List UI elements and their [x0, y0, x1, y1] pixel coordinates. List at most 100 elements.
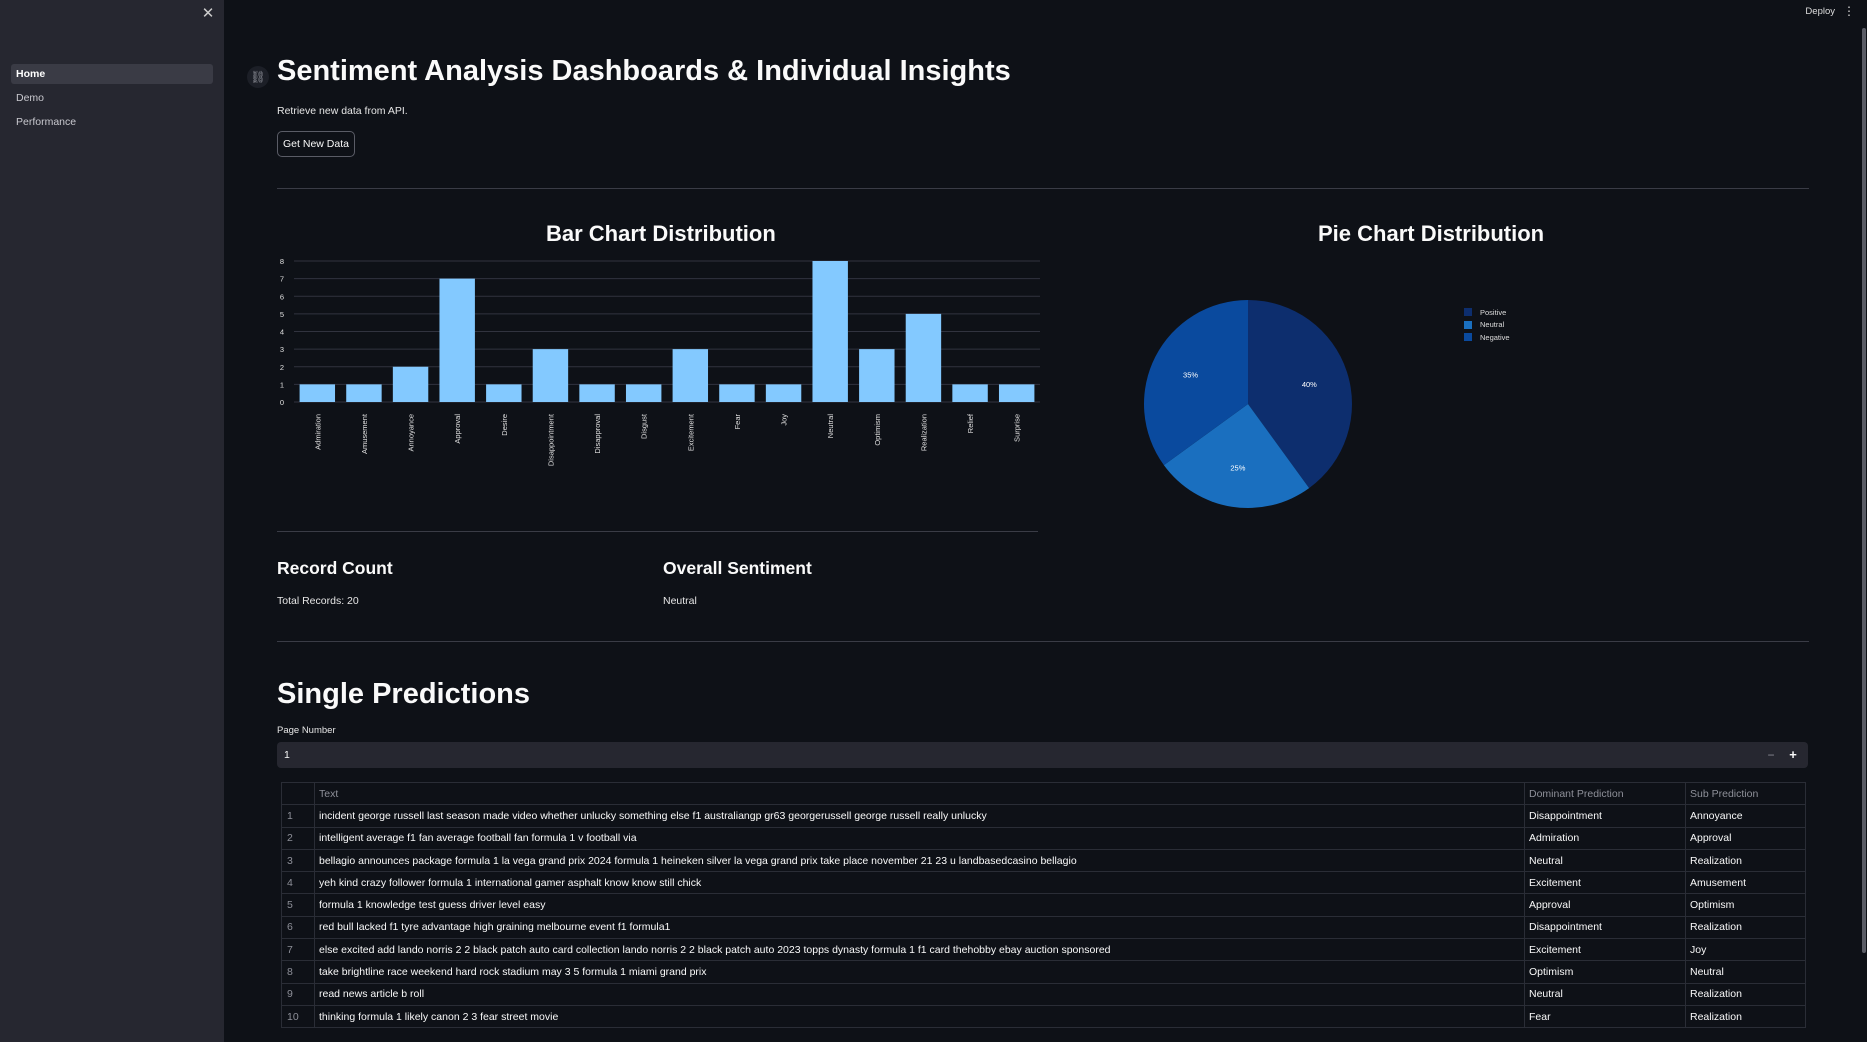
row-dominant-cell[interactable]: Excitement — [1524, 871, 1686, 895]
table-row[interactable]: 5 formula 1 knowledge test guess driver l… — [281, 893, 1806, 917]
overall-sentiment-heading: Overall Sentiment — [663, 558, 812, 578]
row-text-cell[interactable]: red bull lacked f1 tyre advantage high g… — [314, 915, 1525, 940]
row-index[interactable]: 2 — [281, 826, 315, 850]
bar-surprise[interactable] — [998, 384, 1035, 402]
row-index[interactable]: 4 — [281, 871, 315, 895]
get-new-data-button[interactable]: Get New Data — [277, 131, 355, 157]
row-sub-cell[interactable]: Realization — [1685, 1004, 1806, 1029]
row-dominant-cell[interactable]: Neutral — [1524, 848, 1686, 873]
bar-annoyance[interactable] — [392, 366, 429, 402]
bar-optimism[interactable] — [859, 349, 895, 402]
row-index[interactable]: 9 — [281, 982, 315, 1006]
bar-disapproval[interactable] — [579, 384, 615, 402]
row-sub-cell[interactable]: Realization — [1685, 915, 1806, 940]
row-dominant-cell[interactable]: Excitement — [1524, 938, 1686, 962]
row-sub-cell[interactable]: Realization — [1685, 848, 1806, 873]
legend-label: Negative — [1480, 332, 1510, 342]
row-text-cell[interactable]: intelligent average f1 fan average footb… — [314, 826, 1525, 850]
row-text-cell[interactable]: incident george russell last season made… — [314, 804, 1525, 828]
row-index[interactable]: 8 — [281, 960, 315, 984]
row-sub-cell[interactable]: Optimism — [1685, 893, 1806, 917]
row-text-cell[interactable]: bellagio announces package formula 1 la … — [314, 848, 1525, 873]
row-text-cell[interactable]: yeh kind crazy follower formula 1 intern… — [314, 871, 1525, 895]
bar-joy[interactable] — [765, 384, 802, 402]
bar-disappointment[interactable] — [532, 349, 569, 402]
row-dominant-cell[interactable]: Optimism — [1524, 960, 1686, 984]
table-row[interactable]: 6 red bull lacked f1 tyre advantage high … — [281, 915, 1806, 940]
y-tick-label: 8 — [280, 257, 284, 266]
row-index[interactable]: 6 — [281, 915, 315, 940]
row-index[interactable]: 1 — [281, 804, 315, 828]
pie-legend: Positive Neutral Negative — [1464, 306, 1510, 344]
text-column-header[interactable]: Text — [314, 781, 1525, 806]
single-predictions-heading: Single Predictions — [277, 678, 530, 710]
scrollbar[interactable] — [1862, 28, 1866, 953]
row-sub-cell[interactable]: Neutral — [1685, 960, 1806, 984]
x-tick-label: Optimism — [873, 414, 882, 446]
row-dominant-cell[interactable]: Neutral — [1524, 982, 1686, 1006]
increment-button[interactable]: + — [1784, 742, 1802, 768]
legend-swatch — [1464, 308, 1472, 317]
row-text-cell[interactable]: take brightline race weekend hard rock s… — [314, 960, 1525, 984]
row-index[interactable]: 7 — [281, 938, 315, 962]
anchor-link-icon[interactable]: ⛓ — [247, 66, 269, 88]
row-index[interactable]: 10 — [281, 1004, 315, 1029]
sidebar-item-performance[interactable]: Performance — [11, 112, 213, 132]
page-number-value[interactable]: 1 — [284, 742, 290, 768]
page-number-stepper[interactable]: 1 − + — [277, 742, 1808, 768]
table-row[interactable]: 10 thinking formula 1 likely canon 2 3 fe… — [281, 1004, 1806, 1029]
table-row[interactable]: 4 yeh kind crazy follower formula 1 inter… — [281, 871, 1806, 895]
row-text-cell[interactable]: read news article b roll — [314, 982, 1525, 1006]
row-index[interactable]: 5 — [281, 893, 315, 917]
predictions-table[interactable]: Text Dominant Prediction Sub Prediction … — [281, 781, 1806, 1029]
row-dominant-cell[interactable]: Fear — [1524, 1004, 1686, 1029]
y-tick-label: 5 — [280, 310, 284, 319]
table-row[interactable]: 3 bellagio announces package formula 1 la… — [281, 848, 1806, 873]
decrement-button[interactable]: − — [1762, 742, 1780, 768]
deploy-button[interactable]: Deploy — [1805, 6, 1835, 17]
bar-approval[interactable] — [439, 278, 475, 402]
row-text-cell[interactable]: thinking formula 1 likely canon 2 3 fear… — [314, 1004, 1525, 1029]
row-dominant-cell[interactable]: Disappointment — [1524, 915, 1686, 940]
table-row[interactable]: 7 else excited add lando norris 2 2 black… — [281, 938, 1806, 962]
row-dominant-cell[interactable]: Admiration — [1524, 826, 1686, 850]
row-text-cell[interactable]: else excited add lando norris 2 2 black … — [314, 938, 1525, 962]
table-row[interactable]: 1 incident george russell last season mad… — [281, 804, 1806, 828]
legend-item-neutral[interactable]: Neutral — [1464, 319, 1510, 332]
legend-item-negative[interactable]: Negative — [1464, 331, 1510, 344]
x-tick-label: Joy — [780, 414, 789, 426]
divider — [277, 531, 1038, 532]
close-sidebar-icon[interactable]: ✕ — [200, 6, 216, 22]
sidebar-item-home[interactable]: Home — [11, 64, 213, 84]
bar-amusement[interactable] — [346, 384, 382, 402]
bar-excitement[interactable] — [672, 349, 709, 402]
bar-realization[interactable] — [905, 313, 942, 402]
y-tick-label: 2 — [280, 363, 284, 372]
main-menu-icon[interactable]: ⋮ — [1843, 4, 1855, 18]
bar-fear[interactable] — [719, 384, 755, 402]
row-sub-cell[interactable]: Approval — [1685, 826, 1806, 850]
legend-item-positive[interactable]: Positive — [1464, 306, 1510, 319]
record-count-text: Total Records: 20 — [277, 595, 359, 607]
row-sub-cell[interactable]: Amusement — [1685, 871, 1806, 895]
bar-disgust[interactable] — [625, 384, 662, 402]
sidebar-item-demo[interactable]: Demo — [11, 88, 213, 108]
sub-column-header[interactable]: Sub Prediction — [1685, 781, 1806, 806]
row-dominant-cell[interactable]: Disappointment — [1524, 804, 1686, 828]
table-row[interactable]: 9 read news article b roll Neutral Realizat… — [281, 982, 1806, 1006]
bar-relief[interactable] — [952, 384, 988, 402]
bar-desire[interactable] — [486, 384, 522, 402]
bar-neutral[interactable] — [812, 261, 848, 402]
row-sub-cell[interactable]: Realization — [1685, 982, 1806, 1006]
row-text-cell[interactable]: formula 1 knowledge test guess driver le… — [314, 893, 1525, 917]
y-tick-label: 7 — [280, 275, 284, 284]
table-row[interactable]: 2 intelligent average f1 fan average foot… — [281, 826, 1806, 850]
row-index[interactable]: 3 — [281, 848, 315, 873]
bar-admiration[interactable] — [299, 384, 336, 402]
table-row[interactable]: 8 take brightline race weekend hard rock … — [281, 960, 1806, 984]
row-dominant-cell[interactable]: Approval — [1524, 893, 1686, 917]
dominant-column-header[interactable]: Dominant Prediction — [1524, 781, 1686, 806]
row-sub-cell[interactable]: Joy — [1685, 938, 1806, 962]
row-sub-cell[interactable]: Annoyance — [1685, 804, 1806, 828]
sidebar: ✕ Home Demo Performance — [0, 0, 224, 1042]
